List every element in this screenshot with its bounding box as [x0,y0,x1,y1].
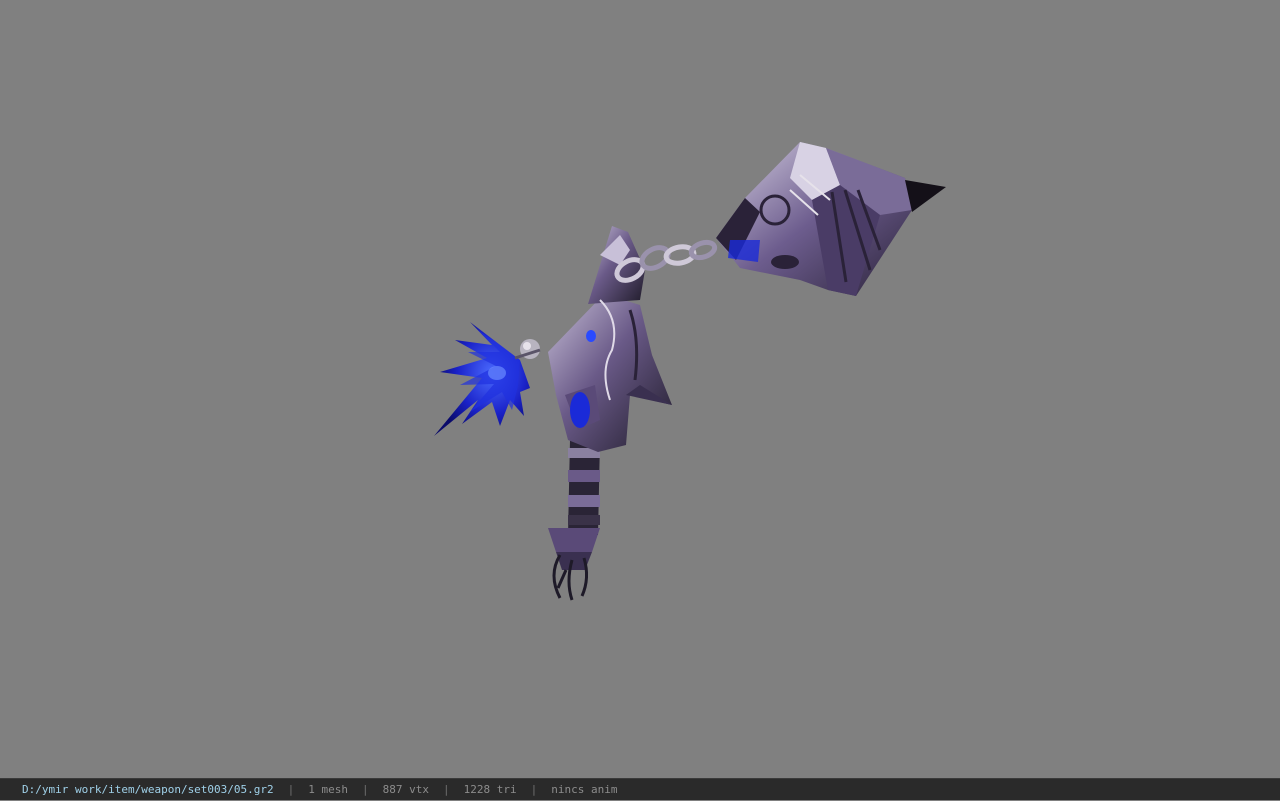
triangle-count: 1228 tri [463,783,517,796]
status-bar: D:/ymir work/item/weapon/set003/05.gr2 | 1… [0,778,1280,800]
separator: | [287,783,295,796]
feather-plume [434,322,530,436]
separator: | [443,783,450,796]
plume-knob [514,339,541,360]
mace-head [716,142,946,296]
ornate-guard [548,226,672,452]
weapon-handle [548,440,600,570]
vertex-count: 887 vtx [382,783,430,796]
separator: | [530,783,538,796]
animation-status: nincs anim [551,783,618,796]
weapon-model [434,142,946,601]
3d-viewport[interactable] [0,0,1280,778]
separator: | [362,783,369,796]
mesh-count: 1 mesh [308,783,349,796]
file-path: D:/ymir work/item/weapon/set003/05.gr2 [22,783,274,796]
